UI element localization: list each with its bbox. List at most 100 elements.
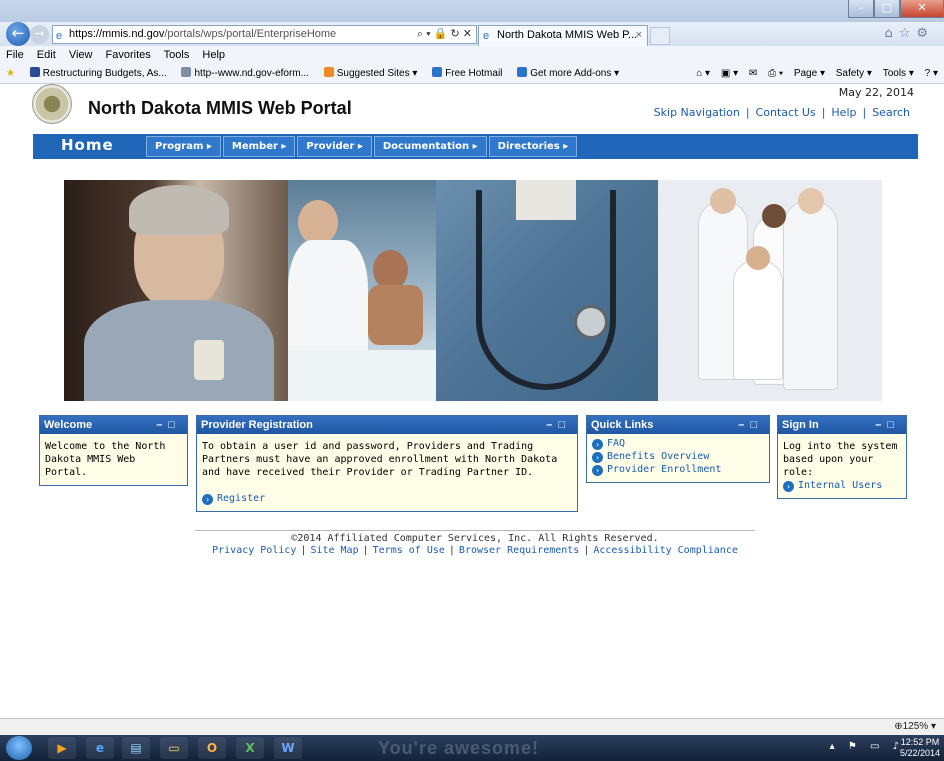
windows-taskbar: ▶ e ▤ ▭ O X W You're awesome! ▴ ⚑ ▭ ♪ 12… [0, 735, 944, 761]
favorites-star-icon[interactable]: ★ [6, 64, 15, 83]
outlook-icon[interactable]: O [198, 737, 226, 759]
arrow-icon: › [202, 494, 213, 505]
register-link[interactable]: › Register [202, 492, 572, 505]
home-icon[interactable]: ⌂ ▾ [696, 68, 710, 79]
close-button[interactable]: ✕ [900, 0, 944, 18]
internal-users-link[interactable]: › Internal Users [783, 479, 901, 492]
quick-links-title: Quick Links [591, 419, 654, 431]
ie-tab-icon: e [483, 30, 490, 42]
system-clock[interactable]: 12:52 PM 5/22/2014 [900, 737, 940, 759]
menu-favorites[interactable]: Favorites [106, 49, 151, 61]
wallpaper-text: You're awesome! [378, 738, 539, 758]
browser-requirements-link[interactable]: Browser Requirements [459, 545, 579, 556]
terms-of-use-link[interactable]: Terms of Use [373, 545, 445, 556]
privacy-policy-link[interactable]: Privacy Policy [212, 545, 296, 556]
page-content: North Dakota MMIS Web Portal May 22, 201… [0, 84, 944, 718]
file-explorer-icon[interactable]: ▭ [160, 737, 188, 759]
photo-medical-team [658, 180, 882, 401]
address-tools[interactable]: ⌕ ▾ 🔒 ↻ ✕ [417, 26, 472, 43]
menu-bar: File Edit View Favorites Tools Help [0, 46, 944, 64]
nav-documentation[interactable]: Documentation ▸ [373, 136, 487, 157]
welcome-title: Welcome [44, 419, 93, 431]
menu-file[interactable]: File [6, 49, 24, 61]
start-button[interactable] [6, 736, 32, 760]
quick-links-portlet: Quick Links –□ › FAQ › Benefits Overview › P… [586, 415, 770, 483]
provider-registration-body: To obtain a user id and password, Provid… [197, 434, 577, 511]
window-titlebar: – □ ✕ [0, 0, 944, 22]
command-safety[interactable]: Safety ▾ [836, 68, 872, 79]
quick-link-faq[interactable]: › FAQ [592, 437, 764, 450]
menu-tools[interactable]: Tools [164, 49, 190, 61]
sign-in-text: Log into the system based upon your role… [783, 441, 898, 478]
help-icon[interactable]: ? ▾ [925, 68, 938, 79]
portlet-minimize-maximize-icons[interactable]: –□ [875, 416, 900, 434]
contact-us-link[interactable]: Contact Us [756, 106, 816, 119]
address-host: https://mmis.nd.gov [69, 28, 165, 40]
media-player-icon[interactable]: ▶ [48, 737, 76, 759]
command-bar: ⌂ ▾ ▣ ▾ ✉ ⎙ ▾ Page ▾ Safety ▾ Tools ▾ ? … [688, 64, 938, 84]
favorite-item[interactable]: Get more Add-ons ▾ [517, 64, 619, 83]
page-footer: ©2014 Affiliated Computer Services, Inc.… [195, 530, 755, 556]
minimize-button[interactable]: – [848, 0, 874, 18]
maximize-button[interactable]: □ [874, 0, 900, 18]
new-tab-button[interactable] [650, 27, 670, 45]
remote-desktop-icon[interactable]: ▤ [122, 737, 150, 759]
back-button[interactable]: ← [6, 22, 30, 46]
status-bar: ⊕125% ▾ [0, 718, 944, 735]
favorite-item[interactable]: Restructuring Budgets, As... [29, 64, 167, 83]
menu-view[interactable]: View [69, 49, 93, 61]
nav-provider[interactable]: Provider ▸ [297, 136, 372, 157]
site-title: North Dakota MMIS Web Portal [88, 98, 352, 118]
site-map-link[interactable]: Site Map [310, 545, 358, 556]
quick-link-provider-enrollment[interactable]: › Provider Enrollment [592, 463, 764, 476]
clock-date: 5/22/2014 [899, 748, 940, 758]
browser-nav-row: ← → e https://mmis.nd.gov/portals/wps/po… [0, 22, 944, 46]
favorite-item[interactable]: Free Hotmail [432, 64, 502, 83]
help-link[interactable]: Help [831, 106, 856, 119]
address-bar[interactable]: e https://mmis.nd.gov/portals/wps/portal… [52, 25, 477, 44]
photo-elderly-woman [64, 180, 288, 401]
footer-links: Privacy Policy | Site Map | Terms of Use | Bro… [212, 545, 738, 556]
provider-registration-portlet: Provider Registration –□ To obtain a user… [196, 415, 578, 512]
mail-icon[interactable]: ✉ [749, 68, 757, 79]
skip-navigation-link[interactable]: Skip Navigation [654, 106, 740, 119]
favorite-item[interactable]: Suggested Sites ▾ [323, 64, 417, 83]
feeds-icon[interactable]: ▣ ▾ [721, 68, 738, 79]
search-link[interactable]: Search [872, 106, 910, 119]
close-tab-icon[interactable]: × [636, 26, 642, 45]
system-tray-icons[interactable]: ▴ ⚑ ▭ ♪ [830, 741, 904, 752]
nav-home[interactable]: Home [61, 136, 114, 154]
forward-button[interactable]: → [30, 25, 49, 44]
accessibility-compliance-link[interactable]: Accessibility Compliance [593, 545, 738, 556]
photo-doctor-child [288, 180, 436, 401]
command-page[interactable]: Page ▾ [794, 68, 825, 79]
hero-banner [64, 180, 882, 401]
sign-in-header: Sign In –□ [778, 416, 906, 434]
zoom-level[interactable]: ⊕125% ▾ [894, 719, 936, 735]
excel-icon[interactable]: X [236, 737, 264, 759]
menu-edit[interactable]: Edit [37, 49, 56, 61]
nav-program[interactable]: Program ▸ [146, 136, 221, 157]
arrow-icon: › [592, 452, 603, 463]
print-icon[interactable]: ⎙ ▾ [768, 68, 783, 79]
word-icon[interactable]: W [274, 737, 302, 759]
sign-in-portlet: Sign In –□ Log into the system based upon… [777, 415, 907, 499]
portlet-minimize-maximize-icons[interactable]: –□ [156, 416, 181, 434]
clock-time: 12:52 PM [900, 737, 940, 747]
home-favorites-gear-icons[interactable]: ⌂☆⚙ [884, 26, 934, 41]
menu-help[interactable]: Help [202, 49, 225, 61]
command-tools[interactable]: Tools ▾ [883, 68, 914, 79]
quick-links-header: Quick Links –□ [587, 416, 769, 434]
nav-member[interactable]: Member ▸ [222, 136, 296, 157]
browser-tab[interactable]: e North Dakota MMIS Web P... × [478, 25, 648, 46]
portlet-minimize-maximize-icons[interactable]: –□ [738, 416, 763, 434]
ie-page-icon: e [56, 30, 63, 42]
nav-directories[interactable]: Directories ▸ [488, 136, 578, 157]
internet-explorer-icon[interactable]: e [86, 737, 114, 759]
sign-in-body: Log into the system based upon your role… [778, 434, 906, 498]
favorite-item[interactable]: http--www.nd.gov-eform... [181, 64, 309, 83]
portlet-minimize-maximize-icons[interactable]: –□ [546, 416, 571, 434]
arrow-icon: › [592, 465, 603, 476]
arrow-icon: › [592, 439, 603, 450]
quick-link-benefits-overview[interactable]: › Benefits Overview [592, 450, 764, 463]
